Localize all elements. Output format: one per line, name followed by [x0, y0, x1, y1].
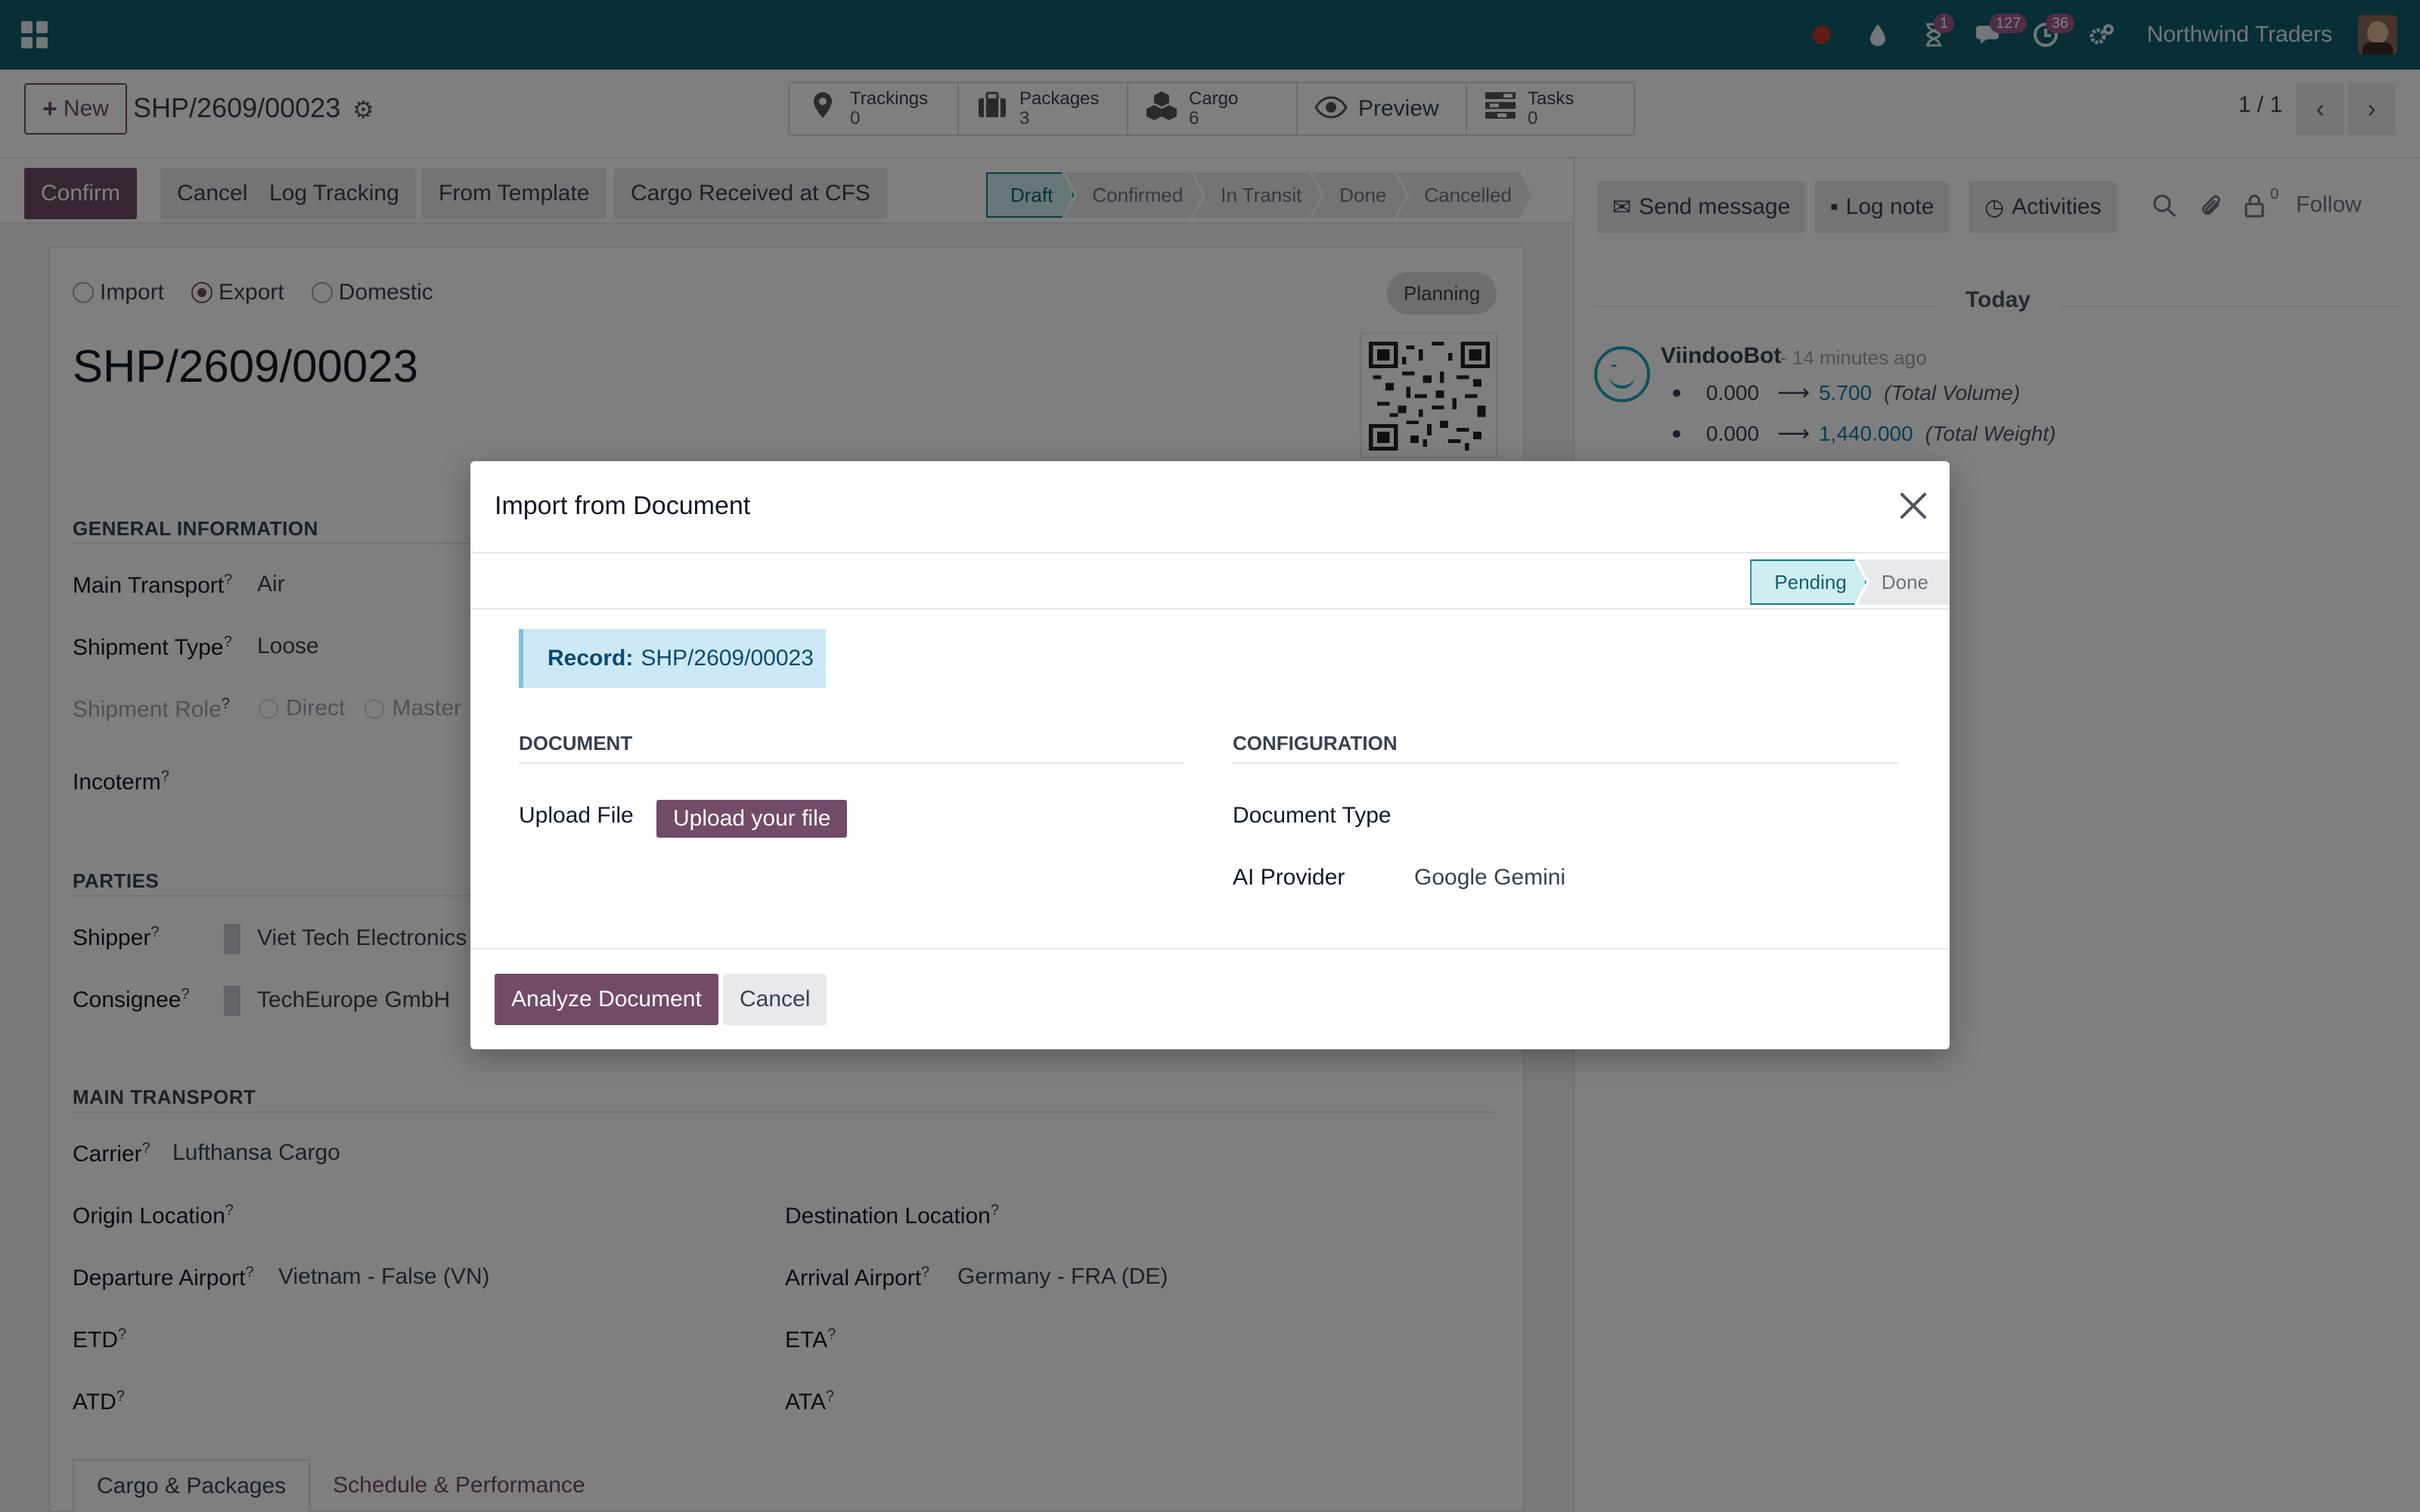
configuration-section-heading: CONFIGURATION — [1233, 732, 1398, 754]
dialog-title: Import from Document — [495, 491, 751, 520]
dialog-header-divider — [470, 552, 1950, 553]
upload-file-button[interactable]: Upload your file — [656, 800, 848, 838]
upload-file-label: Upload File — [519, 803, 634, 828]
ai-provider-label: AI Provider — [1233, 865, 1345, 890]
record-label: Record: — [548, 646, 634, 671]
analyze-document-button[interactable]: Analyze Document — [495, 974, 718, 1025]
dialog-cancel-button[interactable]: Cancel — [723, 974, 827, 1025]
ai-provider-value[interactable]: Google Gemini — [1414, 865, 1565, 891]
dialog-stages: Pending Done — [1750, 559, 1950, 605]
stage-done[interactable]: Done — [1857, 559, 1950, 605]
dialog-statusbar: Pending Done — [470, 555, 1950, 609]
record-info-alert: Record: SHP/2609/00023 — [519, 629, 826, 688]
stage-pending[interactable]: Pending — [1750, 559, 1866, 605]
section-divider — [1233, 762, 1898, 764]
section-divider — [519, 762, 1184, 764]
dialog-footer-divider — [470, 948, 1950, 950]
document-type-label: Document Type — [1233, 803, 1392, 828]
import-document-dialog: Import from Document Pending Done Record… — [470, 461, 1950, 1049]
document-section-heading: DOCUMENT — [519, 732, 633, 754]
close-icon[interactable] — [1898, 490, 1928, 520]
record-value: SHP/2609/00023 — [641, 646, 814, 671]
